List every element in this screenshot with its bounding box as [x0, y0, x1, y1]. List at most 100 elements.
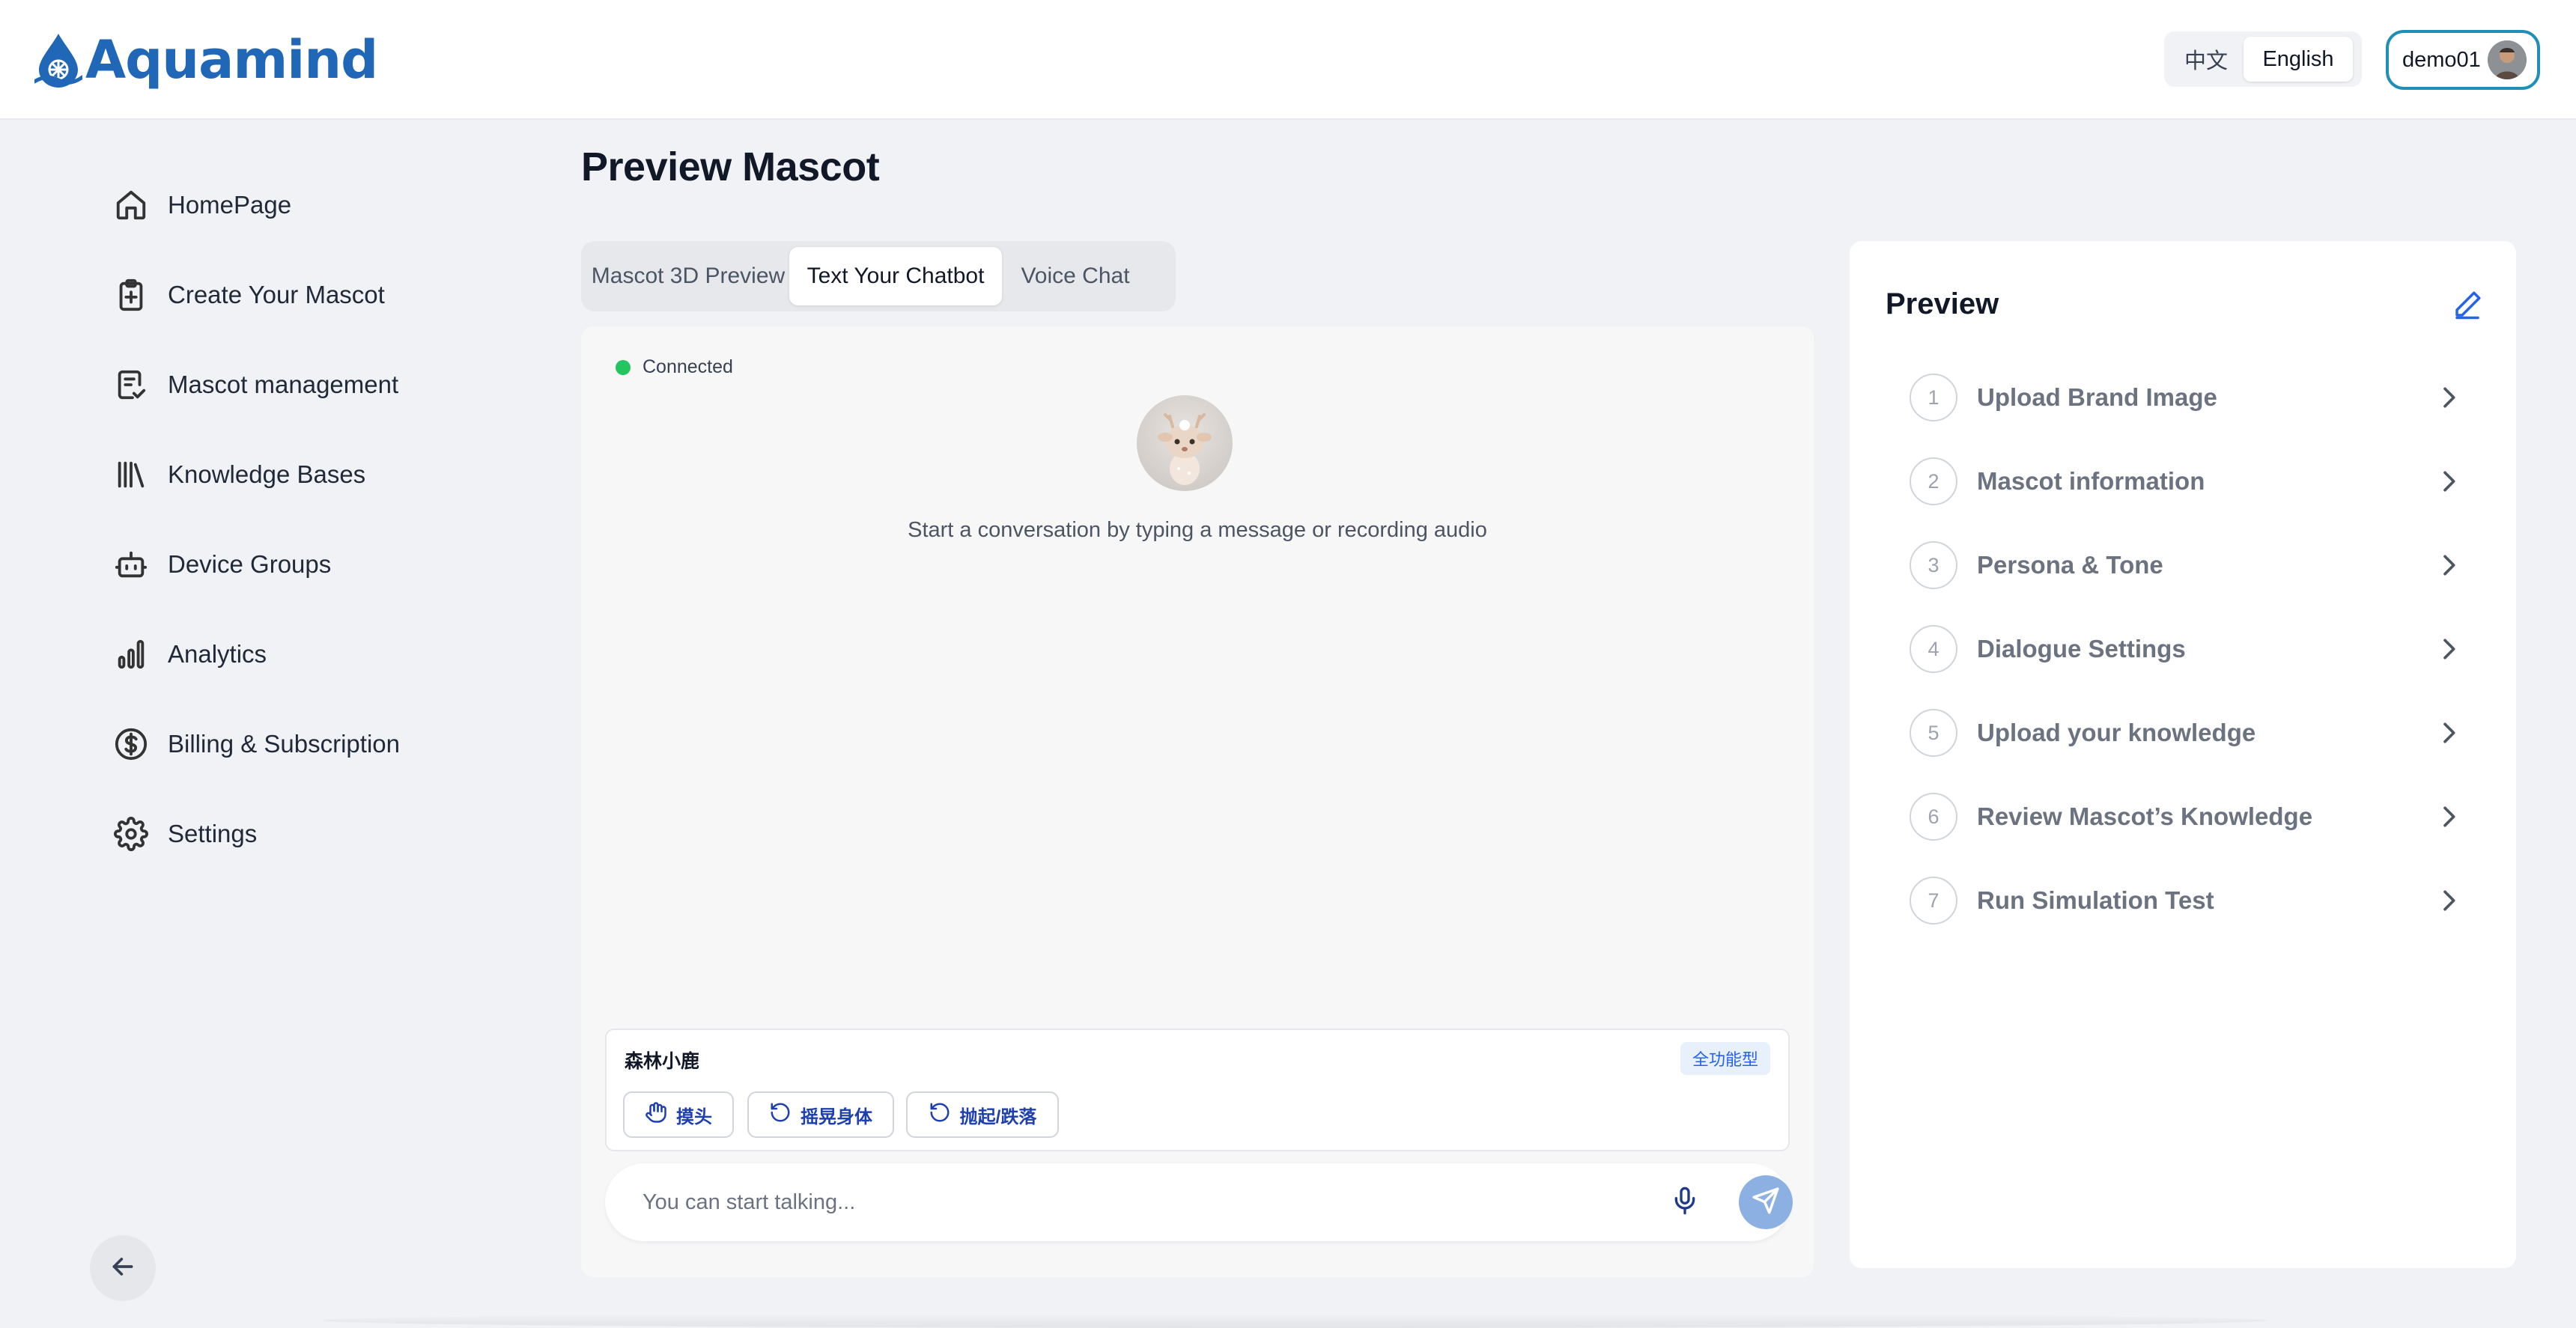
step-label: Review Mascot’s Knowledge — [1977, 802, 2313, 830]
step-item-upload-brand-image[interactable]: 1 Upload Brand Image — [1910, 371, 2464, 424]
sidebar-item-label: Knowledge Bases — [168, 460, 366, 488]
chevron-right-icon — [2434, 383, 2464, 412]
preview-panel: Preview 1 Upload Brand Image 2 Mascot in… — [1850, 241, 2516, 1268]
action-label: 摸头 — [676, 1106, 712, 1127]
rotate-icon — [769, 1101, 801, 1129]
sidebar-item-label: Settings — [168, 820, 258, 847]
top-header: Aquamind 中文 English demo01 — [0, 0, 2576, 120]
chevron-right-icon — [2434, 634, 2464, 664]
step-item-review-knowledge[interactable]: 6 Review Mascot’s Knowledge — [1910, 791, 2464, 843]
step-number: 2 — [1910, 457, 1957, 505]
page-title: Preview Mascot — [581, 144, 880, 189]
bottom-shadow — [322, 1313, 2269, 1328]
step-label: Mascot information — [1977, 467, 2205, 495]
mascot-avatar — [1137, 395, 1233, 491]
step-label: Dialogue Settings — [1977, 635, 2186, 663]
microphone-icon — [1670, 1186, 1700, 1219]
tab-text-your-chatbot[interactable]: Text Your Chatbot — [789, 247, 1002, 305]
sidebar-item-billing[interactable]: Billing & Subscription — [112, 720, 400, 768]
edit-button[interactable] — [2449, 287, 2486, 325]
chat-input-bar — [605, 1163, 1793, 1241]
step-label: Upload your knowledge — [1977, 719, 2256, 746]
sidebar-collapse-button[interactable] — [90, 1235, 156, 1301]
send-message-button[interactable] — [1739, 1175, 1793, 1229]
step-number: 1 — [1910, 374, 1957, 421]
sidebar-item-label: Device Groups — [168, 550, 332, 578]
step-item-mascot-information[interactable]: 2 Mascot information — [1910, 455, 2464, 508]
status-dot — [616, 359, 631, 375]
step-item-run-simulation-test[interactable]: 7 Run Simulation Test — [1910, 874, 2464, 927]
step-number: 3 — [1910, 541, 1957, 589]
step-number: 5 — [1910, 709, 1957, 757]
robot-icon — [112, 546, 150, 583]
gear-icon — [112, 815, 150, 853]
preview-title: Preview — [1886, 287, 1999, 320]
action-toss-drop-button[interactable]: 抛起/跌落 — [906, 1091, 1059, 1138]
step-label: Persona & Tone — [1977, 551, 2163, 579]
clipboard-plus-icon — [112, 276, 150, 314]
step-item-dialogue-settings[interactable]: 4 Dialogue Settings — [1910, 623, 2464, 675]
user-menu-button[interactable]: demo01 — [2386, 30, 2540, 90]
step-item-upload-knowledge[interactable]: 5 Upload your knowledge — [1910, 707, 2464, 759]
bar-chart-icon — [112, 636, 150, 673]
user-avatar-icon — [2488, 40, 2527, 79]
send-icon — [1752, 1187, 1780, 1219]
dollar-circle-icon — [112, 725, 150, 763]
step-label: Run Simulation Test — [1977, 886, 2214, 914]
clipboard-check-icon — [112, 366, 150, 403]
sidebar-item-homepage[interactable]: HomePage — [112, 181, 291, 229]
sidebar-item-label: Billing & Subscription — [168, 730, 400, 758]
home-icon — [112, 186, 150, 224]
hand-icon — [645, 1101, 676, 1129]
sidebar-item-label: Analytics — [168, 640, 267, 668]
action-label: 抛起/跌落 — [959, 1106, 1037, 1127]
lang-option-zh[interactable]: 中文 — [2169, 37, 2244, 82]
language-switch: 中文 English — [2164, 31, 2362, 87]
mascot-type-badge: 全功能型 — [1680, 1042, 1770, 1075]
step-number: 4 — [1910, 625, 1957, 673]
mascot-actions-card: 森林小鹿 全功能型 摸头 摇晃身体 抛起/跌落 — [605, 1029, 1790, 1151]
sidebar-item-settings[interactable]: Settings — [112, 810, 257, 858]
record-audio-button[interactable] — [1664, 1181, 1706, 1223]
action-pat-head-button[interactable]: 摸头 — [623, 1091, 734, 1138]
sidebar-item-label: Mascot management — [168, 371, 399, 398]
sidebar-item-label: Create Your Mascot — [168, 281, 385, 308]
mascot-name: 森林小鹿 — [625, 1051, 700, 1072]
arrow-left-icon — [108, 1252, 138, 1285]
sidebar-item-create-mascot[interactable]: Create Your Mascot — [112, 271, 385, 319]
lang-option-en[interactable]: English — [2244, 37, 2353, 82]
tab-mascot-3d-preview[interactable]: Mascot 3D Preview — [587, 247, 789, 305]
brand-name: Aquamind — [85, 29, 378, 91]
avatar — [2488, 40, 2527, 79]
tab-voice-chat[interactable]: Voice Chat — [1002, 247, 1149, 305]
sidebar-item-device-groups[interactable]: Device Groups — [112, 540, 331, 588]
action-label: 摇晃身体 — [801, 1106, 872, 1127]
empty-chat-message: Start a conversation by typing a message… — [908, 518, 1487, 542]
chevron-right-icon — [2434, 886, 2464, 916]
sidebar-item-label: HomePage — [168, 191, 292, 219]
step-label: Upload Brand Image — [1977, 383, 2217, 411]
step-item-persona-tone[interactable]: 3 Persona & Tone — [1910, 539, 2464, 591]
sidebar-item-mascot-management[interactable]: Mascot management — [112, 361, 398, 409]
chevron-right-icon — [2434, 550, 2464, 580]
status-text: Connected — [643, 356, 733, 377]
preview-tabs: Mascot 3D Preview Text Your Chatbot Voic… — [581, 241, 1176, 311]
user-name: demo01 — [2402, 47, 2481, 72]
step-number: 6 — [1910, 793, 1957, 841]
connection-status: Connected — [616, 356, 733, 378]
library-icon — [112, 456, 150, 493]
chat-panel: Connected Start a conversation by typing… — [581, 326, 1814, 1277]
chat-message-input[interactable] — [643, 1180, 1616, 1225]
pencil-icon — [2452, 289, 2483, 324]
rotate-icon — [929, 1101, 960, 1129]
step-number: 7 — [1910, 877, 1957, 925]
sidebar-item-analytics[interactable]: Analytics — [112, 630, 267, 678]
aquamind-logo[interactable]: Aquamind — [34, 24, 378, 96]
chevron-right-icon — [2434, 802, 2464, 832]
chevron-right-icon — [2434, 466, 2464, 496]
chevron-right-icon — [2434, 718, 2464, 748]
sidebar-item-knowledge-bases[interactable]: Knowledge Bases — [112, 451, 365, 499]
action-shake-body-button[interactable]: 摇晃身体 — [747, 1091, 894, 1138]
water-drop-logo-icon — [34, 34, 82, 88]
deer-mascot-icon — [1158, 413, 1212, 485]
